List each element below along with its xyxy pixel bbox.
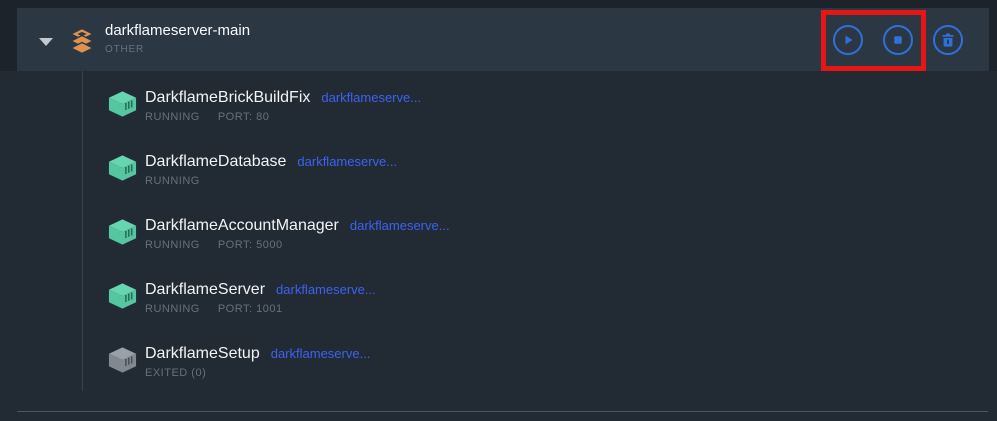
container-text: DarkflameAccountManager darkflameserve..… [145, 216, 450, 251]
container-box-icon [107, 218, 138, 246]
container-row: DarkflameAccountManager darkflameserve..… [107, 216, 450, 251]
container-status: RUNNING [145, 111, 200, 123]
container-image-link[interactable]: darkflameserve... [297, 154, 397, 169]
container-name: DarkflameServer [145, 280, 265, 299]
stack-details-panel: darkflameserver-main OTHER [0, 0, 997, 421]
container-box-icon [107, 282, 138, 310]
container-row: DarkflameServer darkflameserve... RUNNIN… [107, 280, 376, 315]
container-image-link[interactable]: darkflameserve... [350, 218, 450, 233]
container-name: DarkflameDatabase [145, 152, 286, 171]
stop-stack-button[interactable] [883, 25, 913, 55]
bottom-divider [17, 411, 988, 412]
trash-icon [940, 32, 956, 48]
container-text: DarkflameBrickBuildFix darkflameserve...… [145, 88, 421, 123]
stack-layers-icon [69, 27, 95, 54]
container-box-icon [107, 346, 138, 374]
container-name: DarkflameAccountManager [145, 216, 339, 235]
container-text: DarkflameSetup darkflameserve... EXITED … [145, 344, 370, 379]
start-stack-button[interactable] [833, 25, 863, 55]
collapse-caret-icon[interactable] [39, 38, 53, 46]
container-box-icon [107, 90, 138, 118]
stop-icon [890, 32, 906, 48]
container-image-link[interactable]: darkflameserve... [271, 346, 371, 361]
stack-titles: darkflameserver-main OTHER [105, 21, 250, 55]
container-image-link[interactable]: darkflameserve... [276, 282, 376, 297]
container-row: DarkflameBrickBuildFix darkflameserve...… [107, 88, 421, 123]
container-row: DarkflameSetup darkflameserve... EXITED … [107, 344, 370, 379]
container-box-icon [107, 154, 138, 182]
stack-title: darkflameserver-main [105, 21, 250, 41]
delete-stack-button[interactable] [933, 25, 963, 55]
container-status: RUNNING [145, 239, 200, 251]
stack-type-label: OTHER [105, 44, 250, 55]
tree-guide-line [82, 71, 83, 391]
container-image-link[interactable]: darkflameserve... [321, 90, 421, 105]
container-text: DarkflameDatabase darkflameserve... RUNN… [145, 152, 397, 187]
container-status: EXITED (0) [145, 367, 206, 379]
container-port: PORT: 1001 [218, 303, 283, 315]
play-icon [840, 32, 856, 48]
container-port: PORT: 80 [218, 111, 270, 123]
stack-header-row[interactable]: darkflameserver-main OTHER [17, 8, 989, 71]
container-text: DarkflameServer darkflameserve... RUNNIN… [145, 280, 376, 315]
container-name: DarkflameBrickBuildFix [145, 88, 310, 107]
container-status: RUNNING [145, 303, 200, 315]
container-name: DarkflameSetup [145, 344, 260, 363]
container-status: RUNNING [145, 175, 200, 187]
container-row: DarkflameDatabase darkflameserve... RUNN… [107, 152, 397, 187]
container-port: PORT: 5000 [218, 239, 283, 251]
